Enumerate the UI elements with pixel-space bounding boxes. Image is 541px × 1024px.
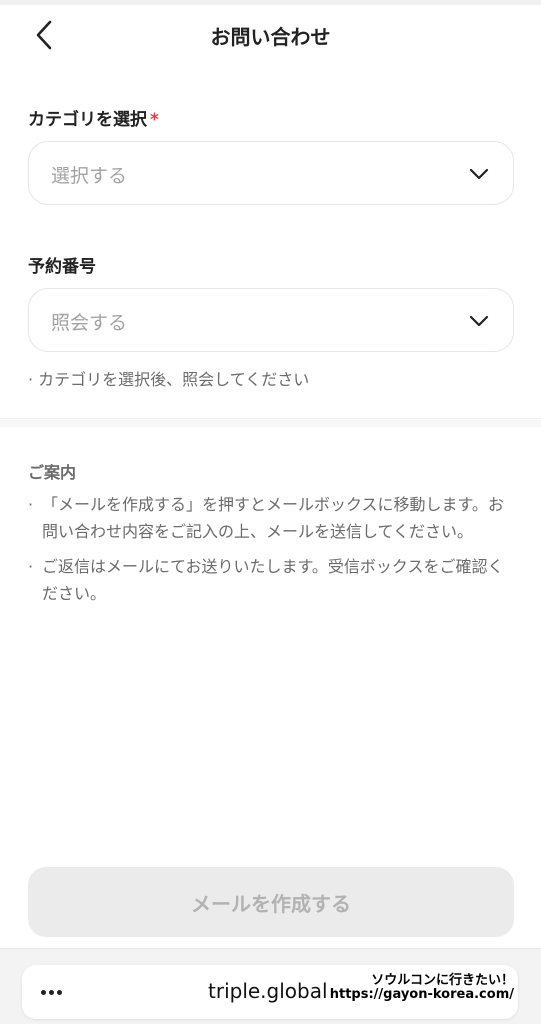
watermark-url: https://gayon-korea.com/: [329, 987, 514, 1002]
more-dots-icon: [48, 989, 54, 995]
more-dots-icon: [40, 989, 46, 995]
page-title: お問い合わせ: [210, 25, 331, 49]
category-label: カテゴリを選択 *: [28, 105, 159, 130]
watermark-title: ソウルコンに行きたい！: [371, 973, 514, 988]
reservation-select-placeholder: 照会する: [51, 312, 128, 334]
browser-bar: triple.global ソウルコンに行きたい！ https://gayon-…: [0, 948, 541, 1024]
inquiry-page: お問い合わせ カテゴリを選択 * 選択する 予約番号 照会する · カテゴリを選択…: [0, 0, 541, 1024]
required-mark: *: [150, 110, 159, 130]
chevron-down-icon: [469, 315, 489, 327]
header: お問い合わせ: [0, 5, 541, 65]
bullet: ·: [28, 557, 34, 576]
url-domain: triple.global: [208, 979, 328, 1003]
reservation-select[interactable]: 照会する: [28, 288, 514, 352]
url-bar[interactable]: triple.global ソウルコンに行きたい！ https://gayon-…: [22, 965, 518, 1019]
category-select-placeholder: 選択する: [51, 165, 128, 187]
info-text: 「メールを作成する」を押すとメールボックスに移動します。お問い合わせ内容をご記入…: [42, 495, 504, 541]
section-divider: [0, 418, 541, 427]
more-button[interactable]: [36, 979, 66, 1005]
category-label-text: カテゴリを選択: [28, 110, 147, 130]
bullet: ·: [28, 495, 34, 514]
more-dots-icon: [56, 989, 62, 995]
create-mail-button[interactable]: メールを作成する: [28, 867, 514, 937]
info-text: ご返信はメールにてお送りいたします。受信ボックスをご確認ください。: [42, 557, 504, 603]
category-select[interactable]: 選択する: [28, 141, 514, 205]
reservation-label: 予約番号: [28, 257, 96, 277]
info-title: ご案内: [28, 463, 77, 482]
info-list: · 「メールを作成する」を押すとメールボックスに移動します。お問い合わせ内容をご…: [28, 491, 508, 615]
reservation-hint: · カテゴリを選択後、照会してください: [28, 370, 310, 389]
chevron-down-icon: [469, 168, 489, 180]
list-item: · ご返信はメールにてお送りいたします。受信ボックスをご確認ください。: [28, 553, 508, 607]
list-item: · 「メールを作成する」を押すとメールボックスに移動します。お問い合わせ内容をご…: [28, 491, 508, 545]
